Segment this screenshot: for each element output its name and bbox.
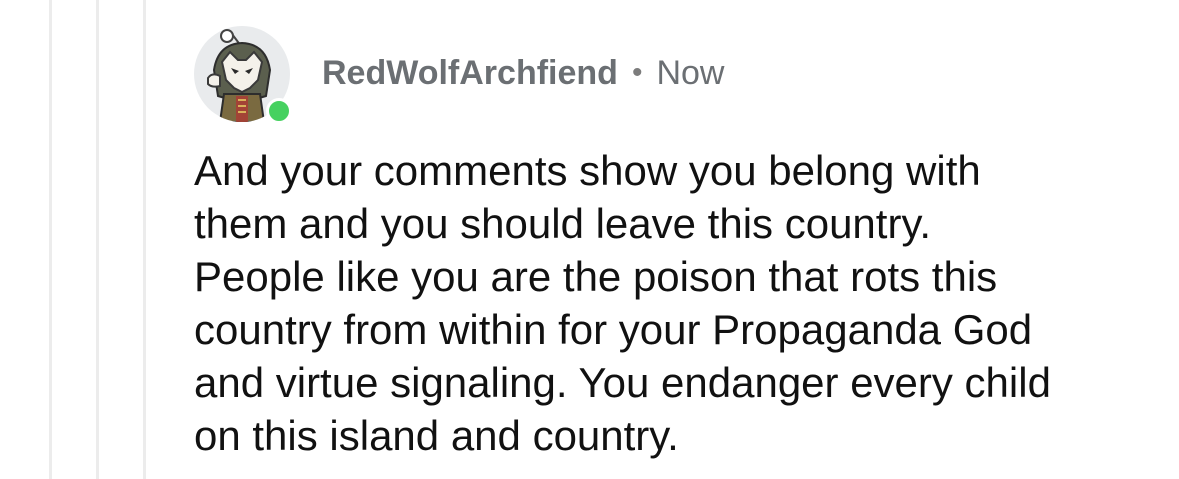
avatar[interactable] <box>194 26 292 124</box>
username-link[interactable]: RedWolfArchfiend <box>322 54 618 93</box>
thread-line-level-1[interactable] <box>49 0 52 479</box>
comment-header: RedWolfArchfiend • Now <box>194 26 1154 124</box>
comment-timestamp[interactable]: Now <box>656 54 724 93</box>
comment-body: And your comments show you belong with t… <box>194 147 1051 459</box>
thread-line-level-2[interactable] <box>96 0 99 479</box>
comment: RedWolfArchfiend • Now And your comments… <box>194 26 1154 462</box>
meta-separator: • <box>631 56 643 89</box>
comment-meta: RedWolfArchfiend • Now <box>322 54 724 93</box>
thread-line-level-3[interactable] <box>143 0 146 479</box>
online-status-indicator <box>266 98 292 124</box>
